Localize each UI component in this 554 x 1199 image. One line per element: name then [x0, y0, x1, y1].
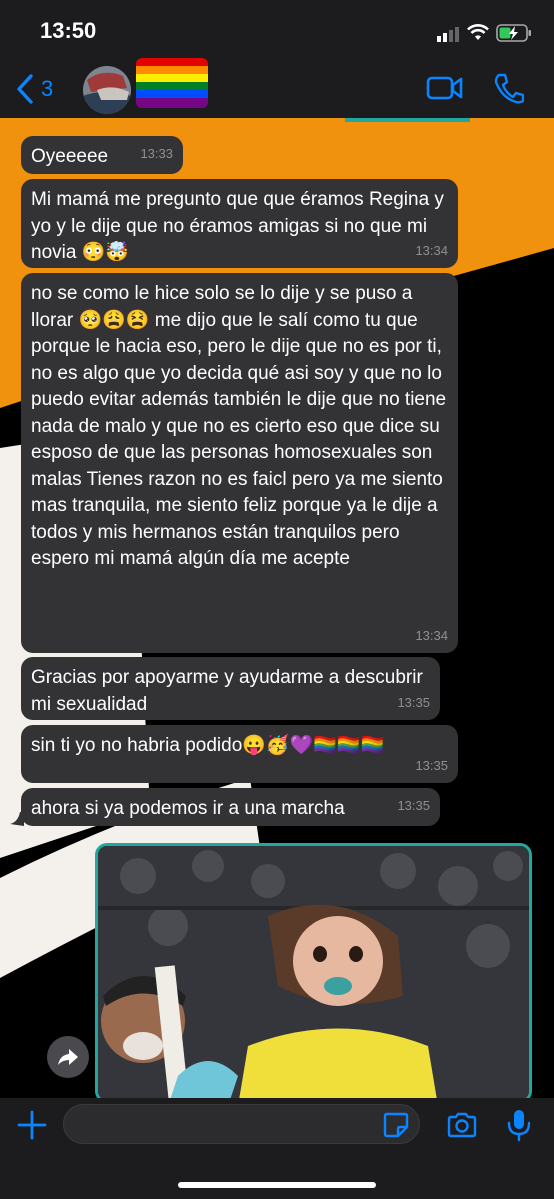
group-title-flag[interactable] [136, 58, 208, 108]
chat-header: 3 [0, 58, 554, 118]
message-text: Mi mamá me pregunto que que éramos Regin… [31, 189, 444, 263]
sticker-icon [383, 1112, 409, 1138]
message-bubble[interactable]: Oyeeeee 13:33 [21, 136, 183, 174]
signal-icon [437, 26, 461, 47]
video-call-button[interactable] [426, 75, 464, 106]
home-indicator [178, 1182, 376, 1188]
chat-area[interactable]: Oyeeeee 13:33 Mi mamá me pregunto que qu… [0, 118, 554, 1098]
input-bar [0, 1098, 554, 1199]
message-time: 13:34 [415, 242, 448, 258]
message-bubble[interactable]: ahora si ya podemos ir a una marcha 13:3… [21, 788, 440, 826]
unread-count: 3 [41, 76, 54, 101]
sticker-button[interactable] [383, 1112, 409, 1143]
microphone-button[interactable] [506, 1108, 532, 1147]
wifi-icon [467, 24, 489, 47]
forward-icon [58, 1049, 78, 1065]
message-time: 13:35 [415, 757, 448, 773]
message-time: 13:35 [397, 797, 430, 813]
message-bubble[interactable]: sin ti yo no habria podido😛🥳💜🏳️‍🌈🏳️‍🌈🏳️‍… [21, 725, 458, 783]
battery-icon [496, 23, 532, 48]
message-bubble[interactable]: Mi mamá me pregunto que que éramos Regin… [21, 179, 458, 268]
message-text: no se como le hice solo se lo dije y se … [31, 283, 447, 569]
message-time: 13:35 [397, 694, 430, 710]
avatar[interactable] [83, 66, 131, 114]
status-time: 13:50 [40, 18, 97, 43]
camera-button[interactable] [446, 1112, 478, 1143]
message-bubble[interactable]: no se como le hice solo se lo dije y se … [21, 273, 458, 653]
forward-button[interactable] [47, 1036, 89, 1078]
phone-icon [494, 73, 525, 104]
back-button[interactable]: 3 [14, 72, 53, 106]
message-text: ahora si ya podemos ir a una marcha [31, 798, 345, 819]
gif-message[interactable] [95, 843, 532, 1098]
voice-call-button[interactable] [494, 72, 525, 109]
attach-button[interactable] [17, 1110, 47, 1145]
microphone-icon [507, 1110, 531, 1142]
chevron-left-icon [17, 74, 33, 104]
message-bubble[interactable]: Gracias por apoyarme y ayudarme a descub… [21, 657, 440, 720]
bubble-tail [10, 812, 24, 826]
video-call-icon [426, 76, 463, 100]
status-bar: 13:50 [0, 0, 554, 62]
message-time: 13:34 [415, 627, 448, 643]
camera-icon [447, 1112, 477, 1138]
message-text: Oyeeeee [31, 146, 109, 167]
gif-image [98, 846, 529, 1098]
message-input[interactable] [63, 1104, 420, 1144]
message-text: Gracias por apoyarme y ayudarme a descub… [31, 667, 423, 715]
message-time: 13:33 [140, 145, 173, 161]
message-text: sin ti yo no habria podido😛🥳💜🏳️‍🌈🏳️‍🌈🏳️‍… [31, 735, 385, 756]
plus-icon [17, 1110, 47, 1140]
